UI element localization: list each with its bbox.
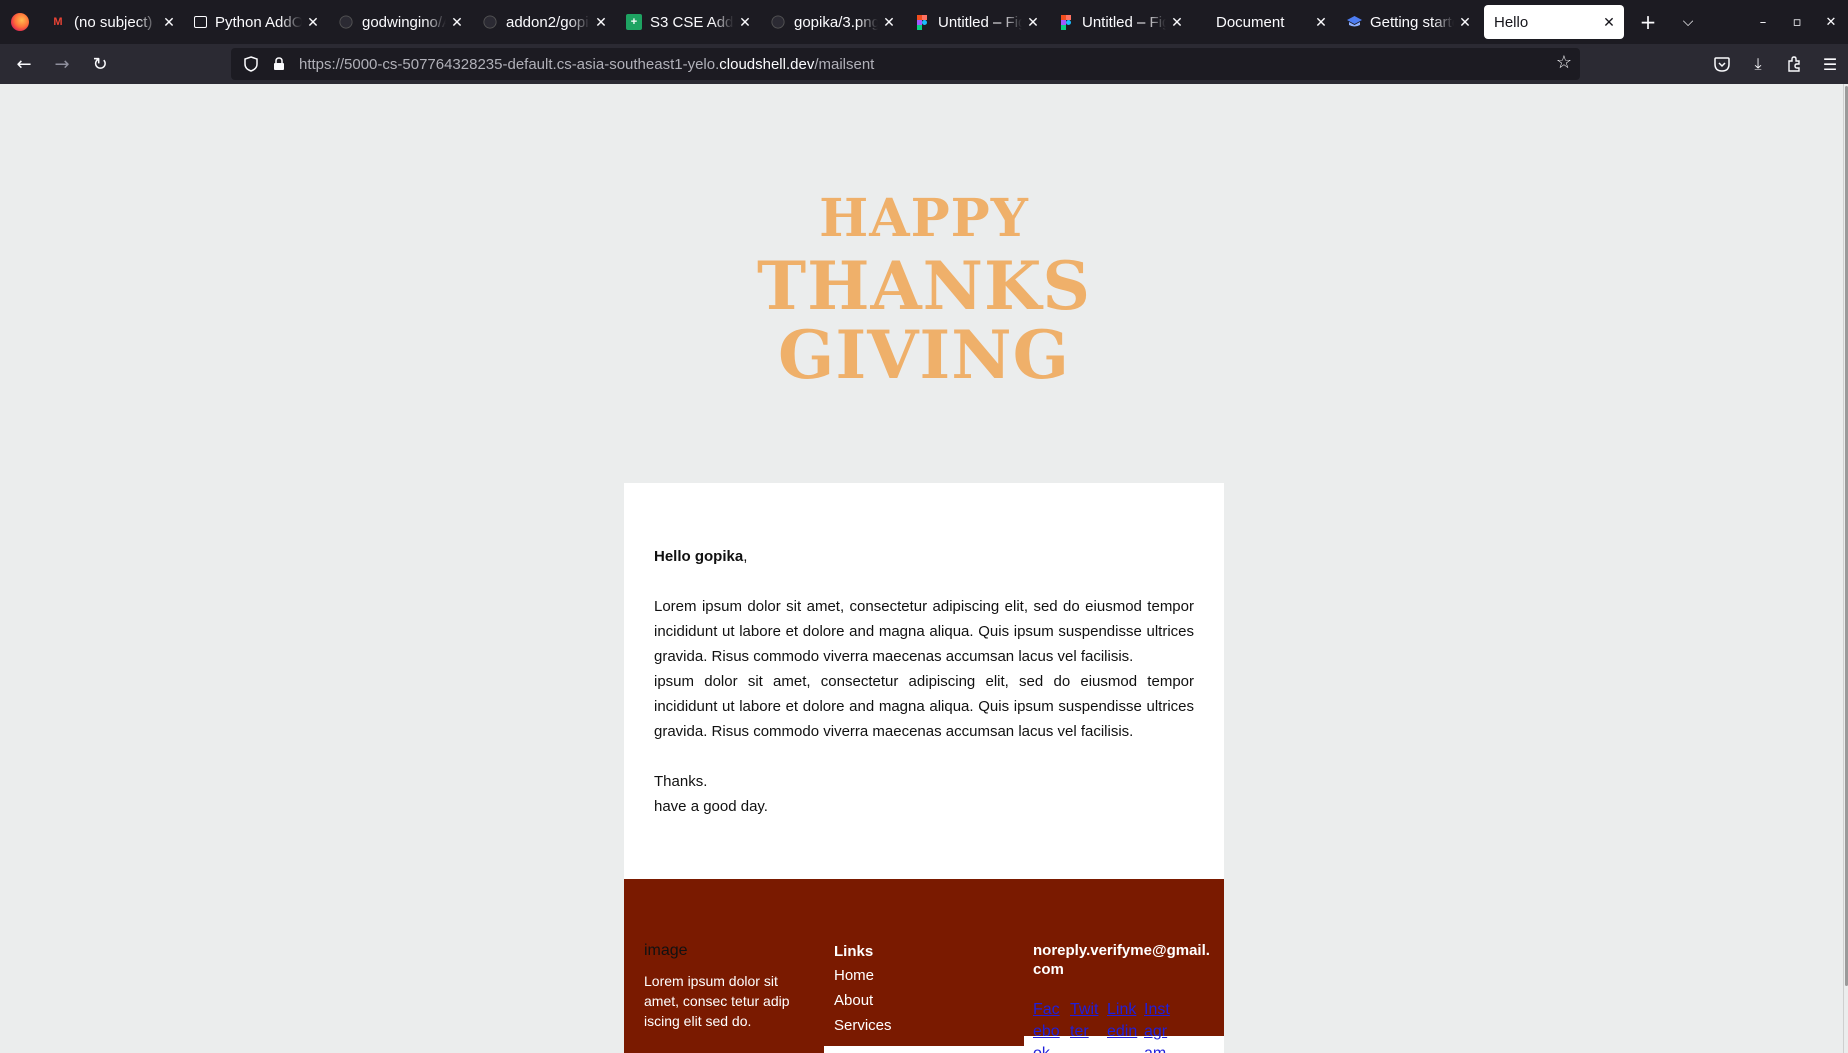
- close-window-button[interactable]: ✕: [1814, 0, 1848, 44]
- social-link-linkedin[interactable]: Linkedin: [1107, 999, 1138, 1053]
- close-icon[interactable]: ✕: [1022, 14, 1044, 31]
- github-icon: [482, 14, 498, 30]
- forward-button[interactable]: →: [44, 48, 80, 80]
- firefox-logo-icon: [0, 0, 40, 44]
- tab-title: Hello: [1494, 13, 1529, 31]
- footer-image-alt: image: [644, 942, 688, 959]
- tab-sheets[interactable]: + S3 CSE Addon ✕: [616, 5, 760, 39]
- footer-email: noreply.verifyme@gmail.com: [1033, 942, 1210, 978]
- paragraph-2: ipsum dolor sit amet, consectetur adipis…: [654, 673, 1194, 740]
- github-icon: [338, 14, 354, 30]
- tab-python-addon[interactable]: Python AddOn ✕: [184, 5, 328, 39]
- back-button[interactable]: ←: [6, 48, 42, 80]
- url-domain: cloudshell.dev: [719, 55, 815, 73]
- email-footer: image Lorem ipsum dolor sit amet, consec…: [624, 879, 1224, 1053]
- greeting: Hello gopika,: [654, 544, 1194, 569]
- greeting-name: Hello gopika: [654, 548, 744, 565]
- footer-link-services[interactable]: Services: [834, 1013, 1004, 1038]
- navigation-toolbar: ← → ↻ https://5000-cs-507764328235-defau…: [0, 44, 1848, 84]
- page-viewport: HAPPY THANKS GIVING Hello gopika, Lorem …: [0, 84, 1848, 1053]
- close-icon[interactable]: ✕: [1598, 14, 1620, 31]
- social-link-facebook[interactable]: Facebook: [1033, 999, 1064, 1053]
- menu-icon[interactable]: ☰: [1812, 48, 1848, 80]
- social-links: Facebook Twitter Linkedin Instagram: [1033, 999, 1213, 1053]
- footer-links-heading: Links: [834, 943, 874, 960]
- tab-github-gopika[interactable]: gopika/3.png ✕: [760, 5, 904, 39]
- thanks-line: Thanks.: [654, 773, 708, 790]
- email-body: Hello gopika, Lorem ipsum dolor sit amet…: [654, 544, 1194, 819]
- hero-line-1: HAPPY: [819, 188, 1029, 249]
- figma-icon: [1058, 14, 1074, 30]
- hero-heading: HAPPY THANKS GIVING: [0, 186, 1848, 390]
- reload-button[interactable]: ↻: [82, 48, 118, 80]
- tab-title: gopika/3.png: [794, 13, 878, 31]
- bookmark-star-icon[interactable]: ☆: [1556, 52, 1572, 73]
- url-bar[interactable]: https://5000-cs-507764328235-default.cs-…: [231, 48, 1580, 80]
- url-path: /mailsent: [814, 55, 875, 73]
- footer-description: Lorem ipsum dolor sit amet, consec tetur…: [644, 973, 790, 1029]
- tab-title: godwingino/A: [362, 13, 446, 31]
- maximize-button[interactable]: ▫: [1780, 0, 1814, 44]
- social-link-instagram[interactable]: Instagram: [1144, 999, 1175, 1053]
- close-icon[interactable]: ✕: [734, 14, 756, 31]
- close-icon[interactable]: ✕: [158, 14, 180, 31]
- close-icon[interactable]: ✕: [878, 14, 900, 31]
- tab-github-godwingino[interactable]: godwingino/A ✕: [328, 5, 472, 39]
- window-controls: – ▫ ✕: [1746, 0, 1848, 44]
- tab-github-addon2[interactable]: addon2/gopika ✕: [472, 5, 616, 39]
- signoff-line: have a good day.: [654, 798, 768, 815]
- close-icon[interactable]: ✕: [446, 14, 468, 31]
- tab-title: Untitled – Figma: [938, 13, 1022, 31]
- footer-contact: noreply.verifyme@gmail.com Facebook Twit…: [1033, 941, 1213, 1053]
- tab-title: Document: [1216, 13, 1285, 31]
- footer-links: Links Home About Services: [834, 941, 1004, 1038]
- close-icon[interactable]: ✕: [1310, 14, 1332, 31]
- footer-link-home[interactable]: Home: [834, 963, 1004, 988]
- tab-title: Getting started: [1370, 13, 1454, 31]
- tab-gmail[interactable]: M (no subject) - ✕: [40, 5, 184, 39]
- close-icon[interactable]: ✕: [1454, 14, 1476, 31]
- tab-title: Untitled – Figma: [1082, 13, 1166, 31]
- tab-title: addon2/gopika: [506, 13, 590, 31]
- new-tab-button[interactable]: +: [1628, 5, 1668, 39]
- close-icon[interactable]: ✕: [590, 14, 612, 31]
- tab-title: (no subject) -: [74, 13, 158, 31]
- extensions-icon[interactable]: [1776, 48, 1812, 80]
- lock-icon[interactable]: [265, 57, 293, 71]
- social-link-twitter[interactable]: Twitter: [1070, 999, 1101, 1053]
- tab-document[interactable]: Document ✕: [1192, 5, 1336, 39]
- tab-getting-started[interactable]: Getting started ✕: [1336, 5, 1480, 39]
- tab-title: Python AddOn: [215, 13, 302, 31]
- greeting-comma: ,: [743, 548, 748, 565]
- list-all-tabs-button[interactable]: ⌵: [1668, 5, 1708, 39]
- vertical-scrollbar[interactable]: [1843, 84, 1848, 1053]
- footer-about: image Lorem ipsum dolor sit amet, consec…: [644, 941, 814, 1031]
- sheets-icon: +: [626, 14, 642, 30]
- url-prefix: https://5000-cs-507764328235-default.cs-…: [299, 55, 720, 73]
- hero-line-3: GIVING: [777, 316, 1070, 394]
- tab-strip: M (no subject) - ✕ Python AddOn ✕ godwin…: [0, 0, 1848, 44]
- tab-figma-2[interactable]: Untitled – Figma ✕: [1048, 5, 1192, 39]
- footer-link-about[interactable]: About: [834, 988, 1004, 1013]
- toolbar-right: ⤓ ☰: [1704, 44, 1848, 84]
- close-icon[interactable]: ✕: [1166, 14, 1188, 31]
- docs-icon: [1346, 14, 1362, 30]
- tracking-protection-shield-icon[interactable]: [237, 56, 265, 72]
- github-icon: [770, 14, 786, 30]
- hero-line-2: THANKS: [756, 247, 1092, 325]
- tab-figma-1[interactable]: Untitled – Figma ✕: [904, 5, 1048, 39]
- minimize-button[interactable]: –: [1746, 0, 1780, 44]
- url-text[interactable]: https://5000-cs-507764328235-default.cs-…: [299, 56, 874, 73]
- gmail-icon: M: [53, 16, 63, 28]
- email-card: Hello gopika, Lorem ipsum dolor sit amet…: [624, 483, 1224, 879]
- pocket-icon[interactable]: [1704, 48, 1740, 80]
- tab-hello[interactable]: Hello ✕: [1484, 5, 1624, 39]
- figma-icon: [914, 14, 930, 30]
- tab-title: S3 CSE Addon: [650, 13, 734, 31]
- paragraph-1: Lorem ipsum dolor sit amet, consectetur …: [654, 598, 1194, 665]
- image-icon: [194, 16, 207, 28]
- close-icon[interactable]: ✕: [302, 14, 324, 31]
- downloads-icon[interactable]: ⤓: [1740, 48, 1776, 80]
